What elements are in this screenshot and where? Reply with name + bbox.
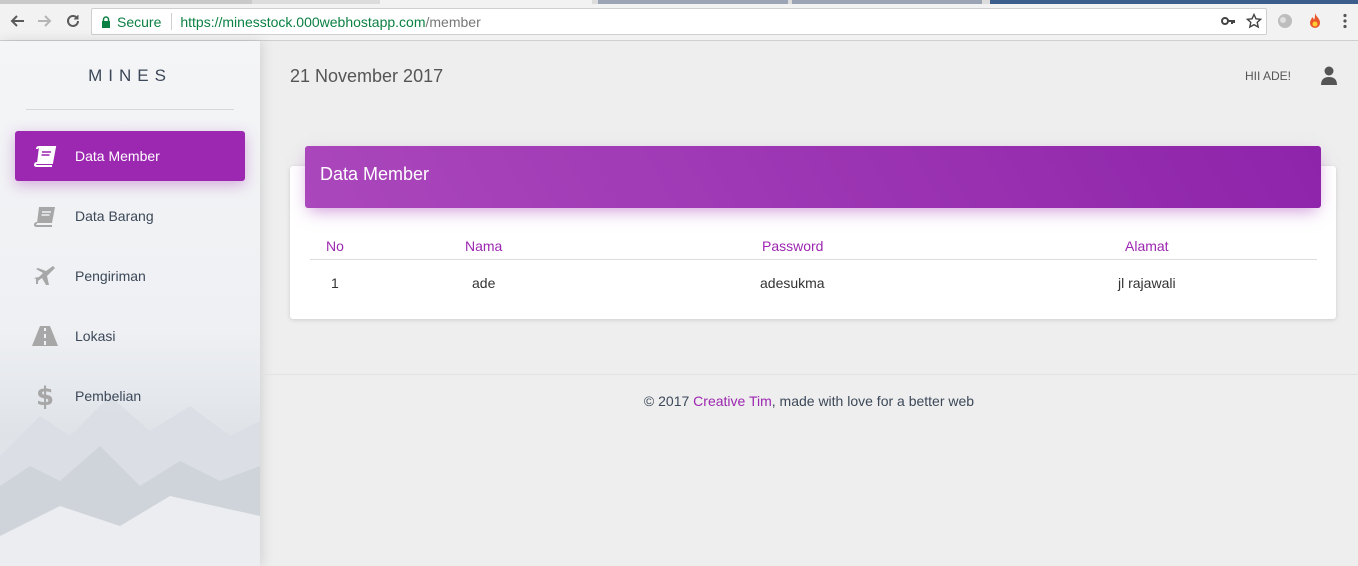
user-icon[interactable] — [1320, 66, 1338, 91]
url-host: https://minesstock.000webhostapp.com — [180, 13, 426, 30]
column-header-nama: Nama — [465, 238, 503, 254]
arrow-right-icon — [38, 15, 52, 27]
sidebar-item-label: Pembelian — [75, 388, 142, 404]
footer-tagline: , made with love for a better web — [771, 393, 975, 409]
sidebar-item-data-barang[interactable]: Data Barang — [15, 191, 245, 241]
kebab-menu-icon — [1343, 13, 1347, 29]
forward-button[interactable] — [36, 12, 54, 30]
secure-label: Secure — [117, 13, 162, 30]
card-header: Data Member — [305, 146, 1321, 208]
sidebar-item-data-member[interactable]: Data Member — [15, 131, 245, 181]
table-header-divider — [310, 259, 1317, 260]
arrow-left-icon — [10, 15, 24, 27]
airplane-icon — [30, 265, 60, 287]
key-icon[interactable] — [1220, 13, 1236, 29]
cell-alamat: jl rajawali — [1118, 275, 1176, 291]
browser-toolbar: Secure https://minesstock.000webhostapp.… — [0, 0, 1358, 41]
sidebar-item-pembelian[interactable]: $ Pembelian — [15, 371, 245, 421]
reload-icon — [67, 14, 79, 27]
svg-text:$: $ — [36, 383, 54, 409]
card-title: Data Member — [320, 164, 430, 184]
user-greeting: HII ADE! — [1245, 69, 1292, 83]
sidebar-item-pengiriman[interactable]: Pengiriman — [15, 251, 245, 301]
footer-copyright: © 2017 — [643, 393, 694, 409]
sidebar-item-lokasi[interactable]: Lokasi — [15, 311, 245, 361]
cell-nama: ade — [472, 275, 496, 291]
sidebar-item-label: Pengiriman — [75, 268, 146, 284]
book-icon — [30, 205, 60, 227]
column-header-no: No — [326, 238, 344, 254]
star-icon[interactable] — [1246, 13, 1262, 29]
logo-divider — [26, 109, 234, 110]
extension-icon[interactable] — [1276, 12, 1294, 30]
book-icon — [30, 145, 60, 167]
sidebar-item-label: Data Barang — [75, 208, 154, 224]
column-header-password: Password — [762, 238, 824, 254]
sidebar-item-label: Lokasi — [75, 328, 116, 344]
app-logo[interactable]: MINES — [0, 66, 260, 86]
cell-no: 1 — [331, 275, 339, 291]
cell-password: adesukma — [760, 275, 825, 291]
column-header-alamat: Alamat — [1125, 238, 1169, 254]
fire-extension-icon[interactable] — [1306, 12, 1324, 30]
lock-icon — [102, 15, 110, 28]
sidebar-item-label: Data Member — [75, 148, 160, 164]
road-icon — [30, 326, 60, 346]
page-date: 21 November 2017 — [290, 66, 444, 86]
footer-divider — [260, 374, 1358, 375]
secure-indicator[interactable]: Secure — [92, 13, 173, 30]
sidebar: MINES Data Member Data Barang Pengiriman… — [0, 41, 260, 566]
reload-button[interactable] — [64, 12, 82, 30]
footer: © 2017 Creative Tim, made with love for … — [260, 393, 1358, 409]
tab-strip — [0, 0, 1358, 4]
back-button[interactable] — [8, 12, 26, 30]
url-path: /member — [425, 13, 481, 30]
footer-link-creative-tim[interactable]: Creative Tim — [693, 393, 772, 409]
address-bar[interactable]: Secure https://minesstock.000webhostapp.… — [91, 8, 1267, 35]
menu-button[interactable] — [1336, 12, 1354, 30]
dollar-icon: $ — [30, 383, 60, 409]
